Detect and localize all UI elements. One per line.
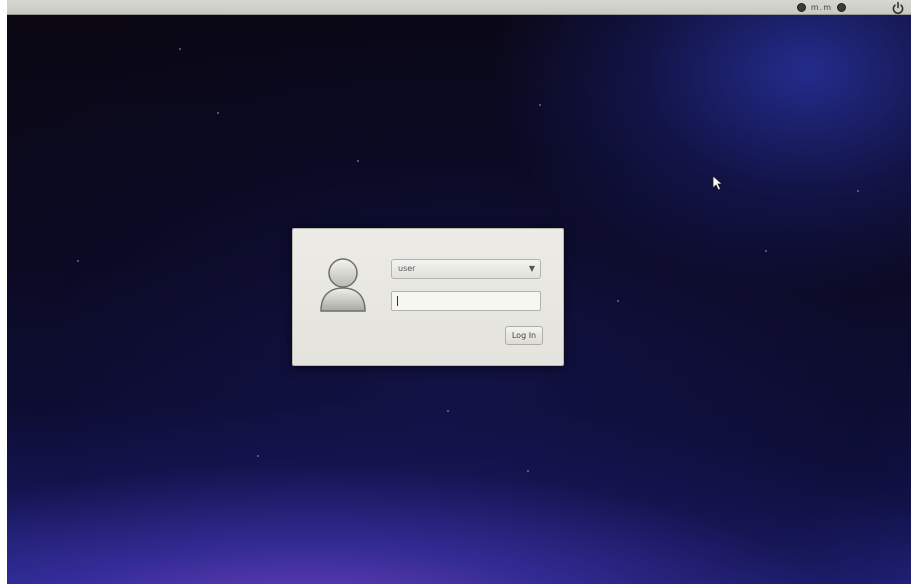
star [217,112,219,114]
power-icon[interactable] [891,1,905,15]
user-avatar-icon [320,258,366,312]
star [77,260,79,262]
system-tray: m.m [796,1,905,15]
language-indicator[interactable]: m.m [811,3,832,12]
user-select[interactable]: user ▼ [391,259,541,279]
star [357,160,359,162]
top-panel: m.m [7,0,911,15]
star [857,190,859,192]
mouse-cursor-icon [712,175,724,191]
star [617,300,619,302]
star [179,48,181,50]
password-input[interactable] [391,291,541,311]
desktop-background: m.m user ▼ Log In [7,0,911,584]
login-dialog: user ▼ Log In [292,228,564,366]
star [447,410,449,412]
star [257,455,259,457]
user-select-value: user [398,264,416,273]
accessibility-icon[interactable] [796,3,806,12]
chevron-down-icon: ▼ [528,264,535,273]
star [527,470,529,472]
text-caret [397,296,398,306]
star [539,104,541,106]
star [765,250,767,252]
volume-icon[interactable] [837,3,846,12]
login-button[interactable]: Log In [505,326,543,345]
